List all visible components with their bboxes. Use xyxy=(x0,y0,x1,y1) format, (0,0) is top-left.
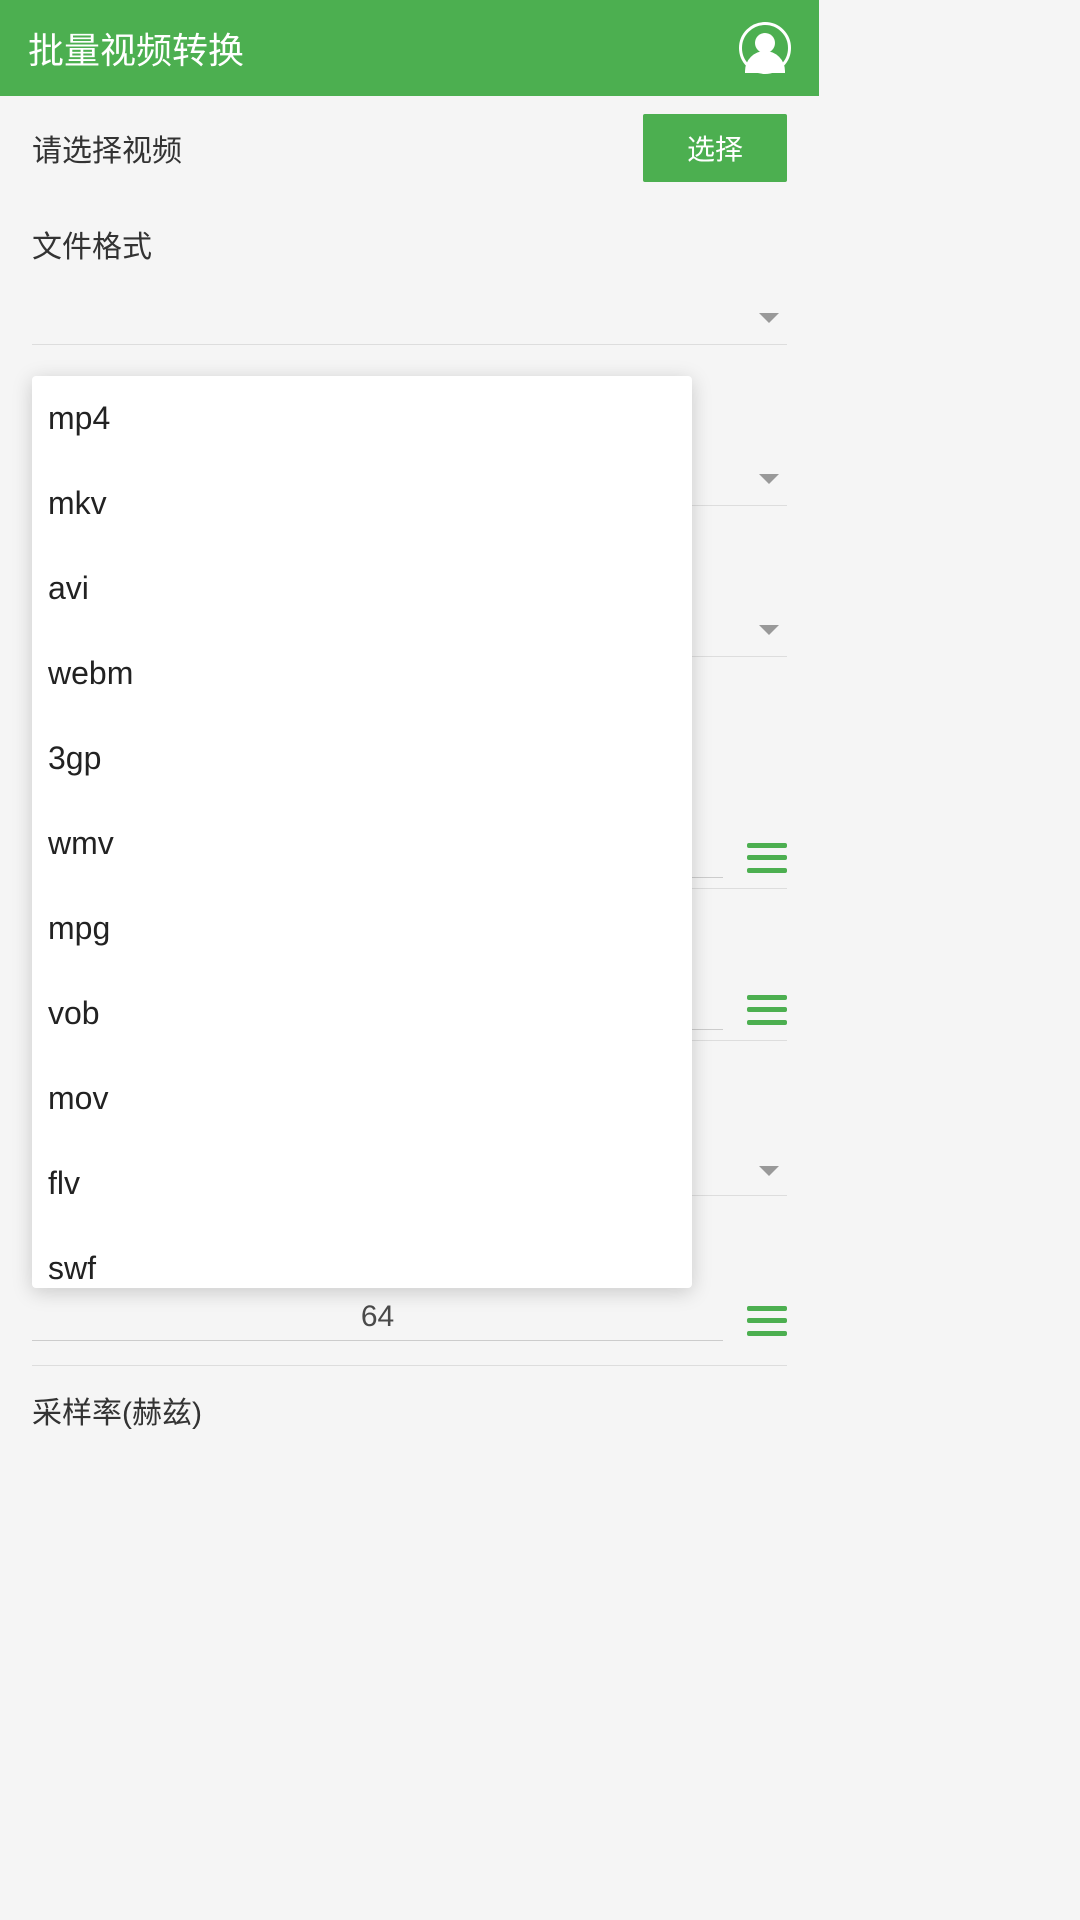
page-title: 批量视频转换 xyxy=(28,22,244,74)
format-option-vob[interactable]: vob xyxy=(32,971,692,1056)
format-option-mp4[interactable]: mp4 xyxy=(32,376,692,461)
format-option-mpg[interactable]: mpg xyxy=(32,886,692,971)
file-format-dropdown[interactable] xyxy=(32,284,787,345)
bitrate-value[interactable]: 64 xyxy=(32,1300,723,1341)
content-area: 请选择视频 选择 文件格式 aac 码率(KB/S) 64 采样率(赫兹) xyxy=(0,96,819,1456)
format-dropdown-popup: mp4mkvaviwebm3gpwmvmpgvobmovflvswf xyxy=(32,376,692,1288)
select-button[interactable]: 选择 xyxy=(643,114,787,182)
file-format-label: 文件格式 xyxy=(0,200,819,278)
format-option-webm[interactable]: webm xyxy=(32,631,692,716)
chevron-down-icon xyxy=(759,625,779,635)
format-option-mov[interactable]: mov xyxy=(32,1056,692,1141)
avatar-icon[interactable] xyxy=(739,22,791,74)
menu-icon[interactable] xyxy=(747,1306,787,1336)
format-option-flv[interactable]: flv xyxy=(32,1141,692,1226)
app-bar: 批量视频转换 xyxy=(0,0,819,96)
chevron-down-icon xyxy=(759,313,779,323)
menu-icon[interactable] xyxy=(747,995,787,1025)
select-video-row: 请选择视频 选择 xyxy=(0,96,819,200)
samplerate-label: 采样率(赫兹) xyxy=(0,1366,819,1444)
select-video-label: 请选择视频 xyxy=(32,126,182,170)
format-option-swf[interactable]: swf xyxy=(32,1226,692,1288)
format-option-mkv[interactable]: mkv xyxy=(32,461,692,546)
bitrate-row: 64 xyxy=(32,1280,787,1351)
menu-icon[interactable] xyxy=(747,843,787,873)
format-option-wmv[interactable]: wmv xyxy=(32,801,692,886)
chevron-down-icon xyxy=(759,1166,779,1176)
format-option-avi[interactable]: avi xyxy=(32,546,692,631)
chevron-down-icon xyxy=(759,474,779,484)
format-option-3gp[interactable]: 3gp xyxy=(32,716,692,801)
